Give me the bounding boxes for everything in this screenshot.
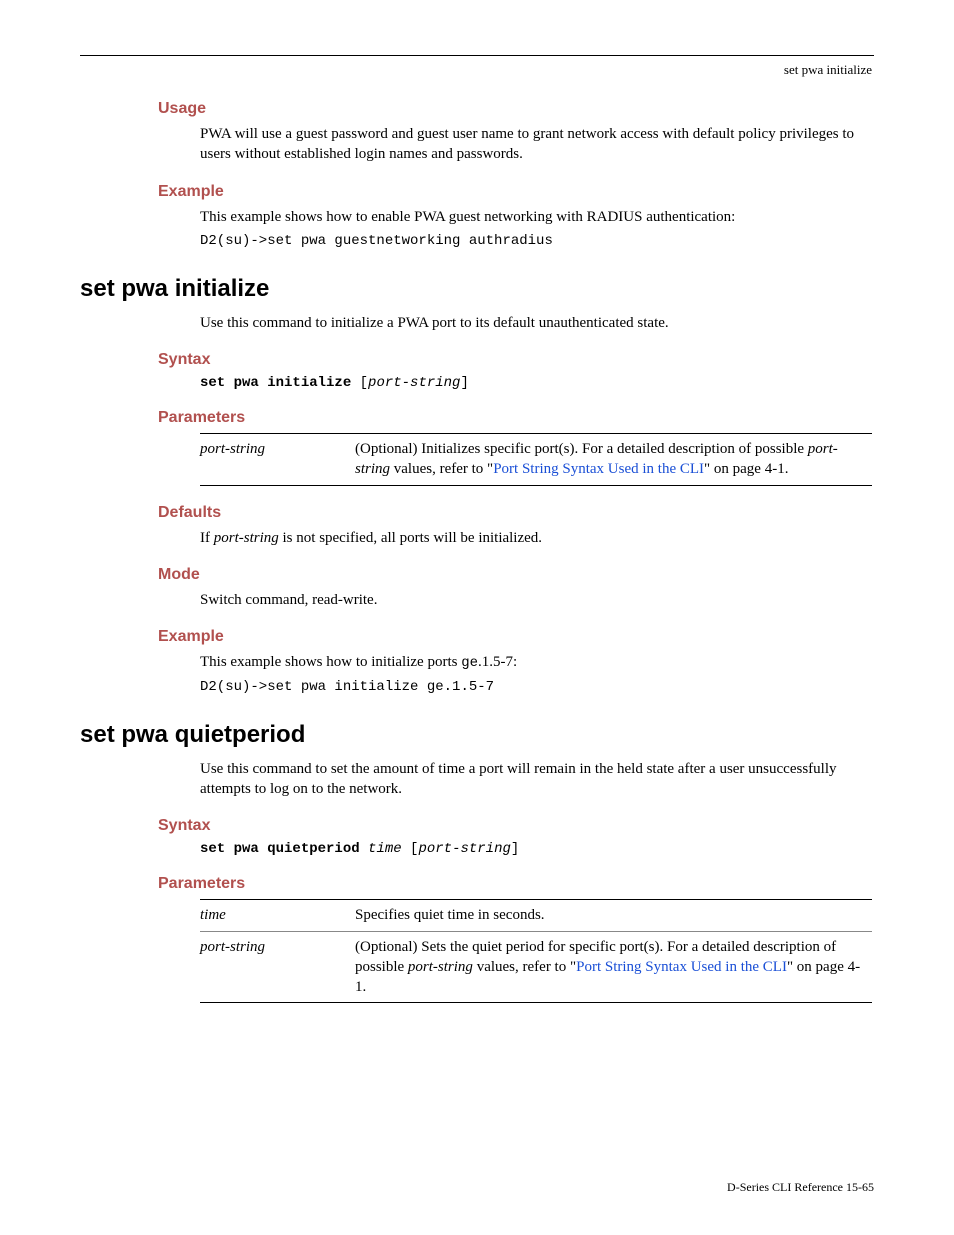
syntax-arg: port-string [368,375,460,391]
syntax-space [360,841,368,857]
syntax-line-1: set pwa initialize [port-string] [200,375,874,391]
param-desc: (Optional) Sets the quiet period for spe… [355,931,872,1003]
example-text: This example shows how to initialize por… [200,654,461,670]
example-heading-1: Example [158,183,874,201]
param-name: port-string [200,434,355,486]
defaults-text: If [200,530,214,546]
syntax-arg: time [368,841,402,857]
header-right: set pwa initialize [80,62,874,78]
parameters-heading-2: Parameters [158,875,874,893]
syntax-keyword: set pwa initialize [200,375,351,391]
param-name: port-string [200,931,355,1003]
command-desc-initialize: Use this command to initialize a PWA por… [200,313,872,333]
param-desc: Specifies quiet time in seconds. [355,900,872,931]
usage-paragraph: PWA will use a guest password and guest … [200,124,872,165]
syntax-bracket-open: [ [351,375,368,391]
param-text: values, refer to " [473,959,576,975]
defaults-text: is not specified, all ports will be init… [279,530,542,546]
syntax-line-2: set pwa quietperiod time [port-string] [200,841,874,857]
param-text: values, refer to " [390,461,493,477]
syntax-bracket-open: [ [402,841,419,857]
param-text: (Optional) Initializes specific port(s).… [355,441,808,457]
table-row: time Specifies quiet time in seconds. [200,900,872,931]
param-text: " on page 4-1. [704,461,788,477]
syntax-bracket-close: ] [511,841,519,857]
example-intro-2: This example shows how to initialize por… [200,652,872,673]
example-code-1: D2(su)->set pwa guestnetworking authradi… [200,233,874,249]
defaults-heading-1: Defaults [158,504,874,522]
syntax-bracket-close: ] [460,375,468,391]
parameters-heading-1: Parameters [158,409,874,427]
defaults-paragraph: If port-string is not specified, all por… [200,528,872,548]
defaults-italic: port-string [214,530,279,546]
example-mono: ge [461,655,478,671]
example-code-2: D2(su)->set pwa initialize ge.1.5-7 [200,679,874,695]
example-intro-1: This example shows how to enable PWA gue… [200,207,872,227]
param-desc: (Optional) Initializes specific port(s).… [355,434,872,486]
param-italic: port-string [408,959,473,975]
parameters-table-1: port-string (Optional) Initializes speci… [200,433,872,486]
syntax-heading-1: Syntax [158,351,874,369]
command-desc-quietperiod: Use this command to set the amount of ti… [200,759,872,800]
command-title-quietperiod: set pwa quietperiod [80,721,874,749]
syntax-heading-2: Syntax [158,817,874,835]
table-row: port-string (Optional) Initializes speci… [200,434,872,486]
port-string-syntax-link[interactable]: Port String Syntax Used in the CLI [493,461,704,477]
mode-paragraph: Switch command, read-write. [200,590,872,610]
table-row: port-string (Optional) Sets the quiet pe… [200,931,872,1003]
example-heading-2: Example [158,628,874,646]
syntax-keyword: set pwa quietperiod [200,841,360,857]
param-name: time [200,900,355,931]
command-title-initialize: set pwa initialize [80,275,874,303]
port-string-syntax-link-2[interactable]: Port String Syntax Used in the CLI [576,959,787,975]
mode-heading-1: Mode [158,566,874,584]
syntax-arg: port-string [418,841,510,857]
page-footer: D-Series CLI Reference 15-65 [727,1180,874,1195]
parameters-table-2: time Specifies quiet time in seconds. po… [200,899,872,1003]
example-text: .1.5-7: [478,654,517,670]
usage-heading: Usage [158,100,874,118]
header-rule [80,55,874,56]
